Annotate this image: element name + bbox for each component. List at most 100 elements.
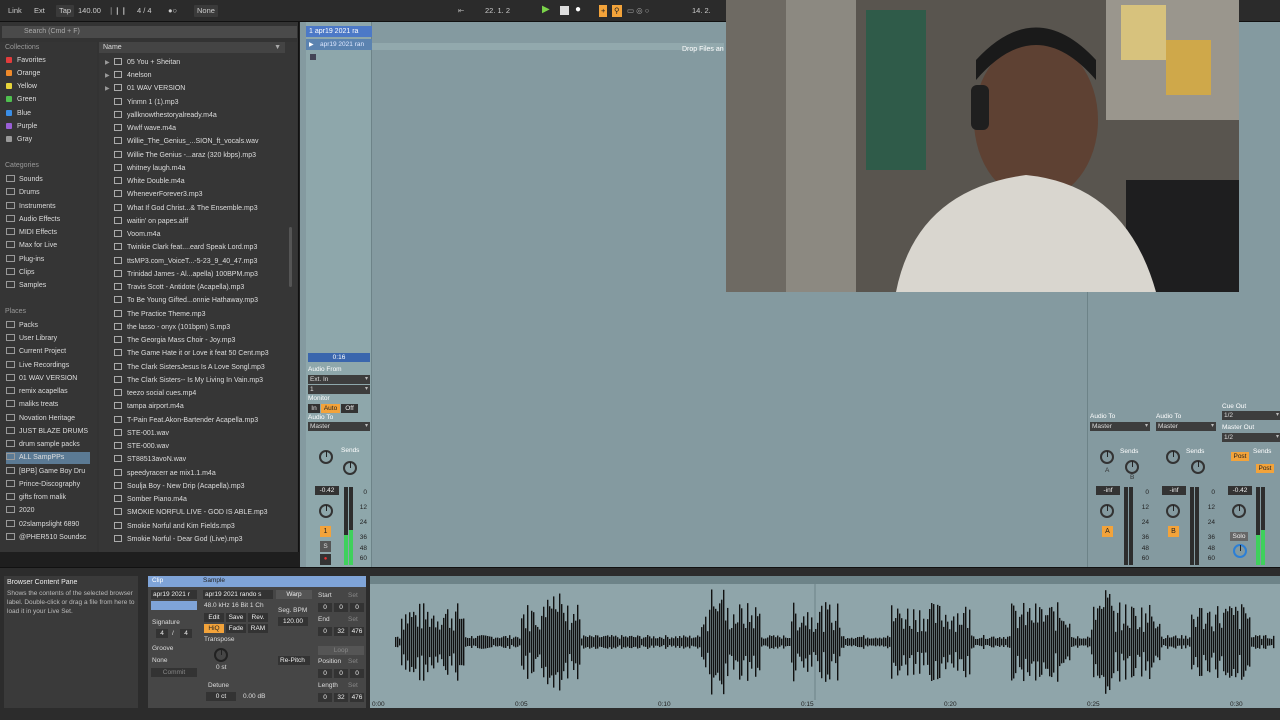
return-a-volume-field[interactable]: -inf	[1096, 486, 1120, 495]
sidebar-item-drums[interactable]: Drums	[6, 187, 40, 199]
list-item[interactable]: ▶ 05 You + Sheitan	[105, 57, 180, 69]
list-item[interactable]: Twinkie Clark feat....eard Speak Lord.mp…	[105, 242, 257, 254]
sidebar-item-max-for-live[interactable]: Max for Live	[6, 240, 57, 252]
expand-arrow-icon[interactable]: ▶	[105, 70, 111, 82]
sample-waveform-editor[interactable]: 0:00 0:05 0:10 0:15 0:20 0:25 0:30	[370, 576, 1280, 708]
sidebar-item-place-selected[interactable]: ALL SampPPs	[6, 452, 90, 464]
monitor-off-button[interactable]: Off	[341, 404, 358, 413]
seg-bpm-field[interactable]: 120.00	[278, 617, 308, 626]
sidebar-item-clips[interactable]: Clips	[6, 267, 35, 279]
link-button[interactable]: Link	[8, 5, 22, 17]
master-volume-field[interactable]: -0.42	[1228, 486, 1252, 495]
return-a-pan-knob[interactable]	[1100, 504, 1114, 518]
list-item[interactable]: The Clark SistersJesus Is A Love Songl.m…	[105, 362, 265, 374]
clip-tab[interactable]: Clip	[152, 577, 163, 584]
return-a-send-b-knob[interactable]	[1125, 460, 1139, 474]
sidebar-item-place[interactable]: @PHER510 Soundsc	[6, 532, 86, 544]
return-b-output-dropdown[interactable]: Master	[1156, 422, 1216, 431]
return-a-activator-button[interactable]: A	[1102, 526, 1113, 537]
save-button[interactable]: Save	[226, 613, 246, 622]
sidebar-item-midi-effects[interactable]: MIDI Effects	[6, 227, 57, 239]
detune-field[interactable]: 0 ct	[206, 692, 236, 701]
gain-value[interactable]: 0.00 dB	[243, 693, 265, 700]
sidebar-item-place[interactable]: Novation Heritage	[6, 413, 75, 425]
clip-color-swatch[interactable]	[151, 601, 197, 610]
list-item[interactable]: The Practice Theme.mp3	[105, 309, 205, 321]
end-sixteenth-field[interactable]: 476	[350, 627, 364, 636]
list-item[interactable]: Willie The Genius -...araz (320 kbps).mp…	[105, 150, 256, 162]
sidebar-item-yellow[interactable]: Yellow	[6, 81, 37, 93]
list-item[interactable]: What If God Christ...& The Ensemble.mp3	[105, 203, 258, 215]
return-b-send-a-knob[interactable]	[1166, 450, 1180, 464]
list-item[interactable]: Willie_The_Genius_...SION_ft_vocals.wav	[105, 136, 259, 148]
list-item[interactable]: White Double.m4a	[105, 176, 185, 188]
sidebar-item-place[interactable]: JUST BLAZE DRUMS	[6, 426, 88, 438]
list-item[interactable]: WheneverForever3.mp3	[105, 189, 202, 201]
cue-out-dropdown[interactable]: 1/2	[1222, 411, 1280, 420]
overdub-icon[interactable]: +	[599, 5, 608, 17]
list-item[interactable]: ST88513avoN.wav	[105, 454, 186, 466]
nudge-icon[interactable]: ❘❙❙	[108, 5, 127, 17]
tempo-field[interactable]: 140.00	[78, 5, 101, 17]
track-volume-field[interactable]: -0.42	[315, 486, 339, 495]
length-set-button[interactable]: Set	[348, 682, 358, 689]
end-set-button[interactable]: Set	[348, 616, 358, 623]
start-sixteenth-field[interactable]: 0	[350, 603, 364, 612]
signature-denominator[interactable]: 4	[180, 629, 192, 638]
list-item[interactable]: ttsMP3.com_VoiceT...-5-23_9_40_47.mp3	[105, 256, 257, 268]
ext-sync-button[interactable]: Ext	[34, 5, 45, 17]
sidebar-item-place[interactable]: 01 WAV VERSION	[6, 373, 77, 385]
send-a-knob[interactable]	[319, 450, 333, 464]
position-beat-field[interactable]: 0	[334, 669, 348, 678]
list-item[interactable]: speedyracerr ae mix1.1.m4a	[105, 468, 216, 480]
list-item[interactable]: Smokie Norful and Kim Fields.mp3	[105, 521, 235, 533]
solo-button[interactable]: S	[320, 541, 331, 552]
sidebar-item-green[interactable]: Green	[6, 94, 36, 106]
transpose-knob[interactable]	[214, 648, 228, 662]
reverse-button[interactable]: Rev.	[248, 613, 268, 622]
sidebar-item-place[interactable]: Current Project	[6, 346, 66, 358]
groove-dropdown[interactable]: None	[152, 657, 168, 664]
fade-button[interactable]: Fade	[226, 624, 246, 633]
list-item[interactable]: the lasso - onyx (101bpm) S.mp3	[105, 322, 230, 334]
length-beat-field[interactable]: 32	[334, 693, 348, 702]
start-bar-field[interactable]: 0	[318, 603, 332, 612]
return-b-pan-knob[interactable]	[1166, 504, 1180, 518]
list-item[interactable]: teezo social cues.mp4	[105, 388, 196, 400]
sidebar-item-place[interactable]: Live Recordings	[6, 360, 69, 372]
signature-numerator[interactable]: 4	[156, 629, 168, 638]
sample-tab[interactable]: Sample	[203, 577, 225, 584]
start-set-button[interactable]: Set	[348, 592, 358, 599]
list-item[interactable]: Yinmn 1 (1).mp3	[105, 97, 178, 109]
loop-button[interactable]: Loop	[318, 646, 364, 655]
arrangement-position-field[interactable]: 22. 1. 2	[485, 5, 510, 17]
list-item[interactable]: T-Pain Feat.Akon-Bartender Acapella.mp3	[105, 415, 258, 427]
post-button[interactable]: Post	[1256, 464, 1274, 473]
list-item[interactable]: To Be Young Gifted...onnie Hathaway.mp3	[105, 295, 258, 307]
expand-arrow-icon[interactable]: ▶	[105, 57, 111, 69]
name-column-header[interactable]: Name ▼	[99, 42, 285, 53]
sidebar-item-place[interactable]: gifts from malik	[6, 492, 66, 504]
play-icon[interactable]: ▶	[542, 4, 550, 16]
monitor-in-button[interactable]: In	[308, 404, 320, 413]
sidebar-item-samples[interactable]: Samples	[6, 280, 46, 292]
list-item[interactable]: Smokie Norful - Dear God (Live).mp3	[105, 534, 243, 546]
monitor-auto-button[interactable]: Auto	[321, 404, 340, 413]
return-b-volume-field[interactable]: -inf	[1162, 486, 1186, 495]
sidebar-item-orange[interactable]: Orange	[6, 68, 40, 80]
sidebar-item-place[interactable]: 2020	[6, 505, 35, 517]
list-item[interactable]: Somber Piano.m4a	[105, 494, 187, 506]
input-channel-dropdown[interactable]: 1	[308, 385, 370, 394]
list-item[interactable]: yallknowthestoryalready.m4a	[105, 110, 217, 122]
warp-button[interactable]: Warp	[276, 590, 312, 599]
audio-from-dropdown[interactable]: Ext. In	[308, 375, 370, 384]
post-button[interactable]: Post	[1231, 452, 1249, 461]
track-activator-button[interactable]: 1	[320, 526, 331, 537]
pan-knob[interactable]	[319, 504, 333, 518]
clip-name-field[interactable]: apr19 2021 r	[151, 590, 197, 599]
track-title[interactable]: 1 apr19 2021 ra	[306, 26, 372, 37]
list-item[interactable]: Trinidad James - Al...apella) 100BPM.mp3	[105, 269, 258, 281]
clip-stop-icon[interactable]	[310, 54, 316, 60]
position-sixteenth-field[interactable]: 0	[350, 669, 364, 678]
return-b-send-b-knob[interactable]	[1191, 460, 1205, 474]
